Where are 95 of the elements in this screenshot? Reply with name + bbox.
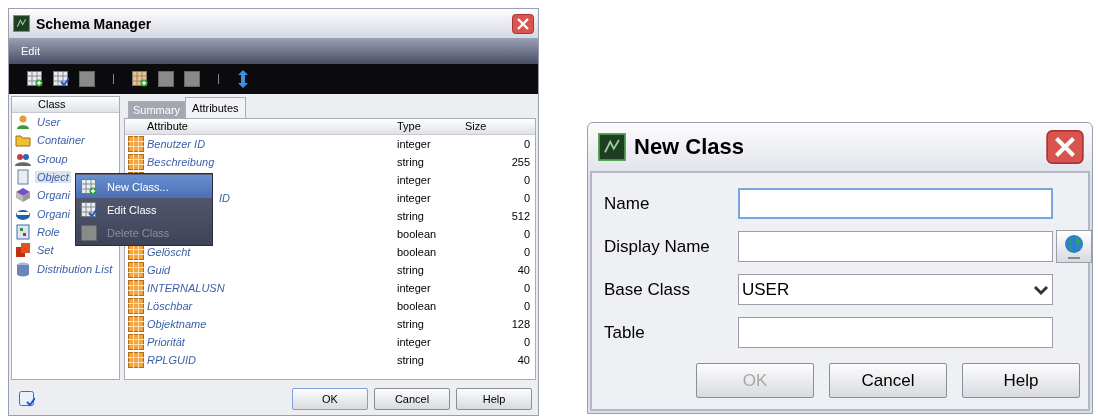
dialog-button[interactable]: Help	[962, 363, 1080, 398]
table-cell-text: 0	[522, 336, 531, 348]
table-icon[interactable]	[53, 71, 69, 87]
table-icon[interactable]	[132, 71, 148, 87]
table-cell-text: 0	[522, 282, 531, 294]
app-icon	[13, 15, 30, 32]
table-icon[interactable]	[81, 201, 97, 218]
squares-icon	[15, 242, 31, 259]
table-cell-text: integer	[397, 138, 432, 150]
close-button[interactable]	[1046, 130, 1084, 164]
table-cell-text: boolean	[397, 246, 438, 258]
input-field[interactable]	[738, 188, 1053, 219]
attribute-icon	[128, 334, 144, 350]
table-cell-text: 0	[522, 228, 531, 240]
attribute-icon	[128, 136, 144, 152]
table-cell-text: string	[397, 210, 425, 222]
class-item[interactable]: Role	[35, 225, 62, 238]
table-cell-text: integer	[397, 174, 432, 186]
column-header[interactable]: Attribute	[147, 119, 397, 134]
tab[interactable]: Attributes	[185, 97, 246, 118]
cylinder-icon	[15, 260, 31, 277]
attribute-icon	[128, 316, 144, 332]
table-cell: Beschreibung	[147, 156, 215, 168]
table-cell-text: 0	[522, 174, 531, 186]
input-field[interactable]	[738, 231, 1053, 262]
combo-box[interactable]: USER	[738, 274, 1053, 305]
dialog-button[interactable]: OK	[292, 387, 368, 410]
document-icon	[15, 169, 31, 186]
table-cell-text: integer	[397, 192, 432, 204]
table-cell: Objektname	[147, 318, 207, 330]
table-cell-text: string	[397, 156, 425, 168]
menu-item[interactable]: Edit Class	[76, 198, 212, 221]
table-cell: ID	[219, 192, 230, 204]
column-header[interactable]: Size	[465, 119, 533, 134]
table-cell-text: 40	[516, 264, 531, 276]
field-label: Base Class	[604, 279, 691, 300]
table-cell: Löschbar	[147, 300, 193, 312]
table-cell: Gelöscht	[147, 246, 191, 258]
input-field[interactable]	[738, 317, 1053, 348]
table-cell: Benutzer ID	[147, 138, 206, 150]
class-item[interactable]: Organi	[35, 189, 73, 202]
dialog-button[interactable]: Cancel	[829, 363, 947, 398]
table-cell-text: integer	[397, 336, 432, 348]
checkbox-icon[interactable]	[19, 390, 35, 407]
table-cell-text: 40	[516, 354, 531, 366]
up-down-arrow-icon[interactable]	[237, 70, 249, 88]
table-cell-text: string	[397, 318, 425, 330]
field-label: Display Name	[604, 236, 711, 257]
globe-icon	[1062, 233, 1086, 260]
table-cell-text: boolean	[397, 228, 438, 240]
attribute-icon	[128, 262, 144, 278]
person-icon	[15, 114, 31, 131]
table-cell: INTERNALUSN	[147, 282, 225, 294]
attribute-icon	[128, 298, 144, 314]
table-cell-text: 0	[522, 246, 531, 258]
field-label: Name	[604, 193, 651, 214]
table-cell-text: 255	[510, 156, 531, 168]
chevron-down-icon	[1033, 283, 1049, 296]
table-cell: Guid	[147, 264, 171, 276]
table-cell-text: 0	[522, 300, 531, 312]
table-cell-text: boolean	[397, 300, 438, 312]
table-cell-text: 128	[510, 318, 531, 330]
class-item[interactable]: Container	[35, 134, 87, 147]
class-item[interactable]: Object	[35, 171, 71, 184]
cube-icon	[15, 187, 31, 204]
class-item[interactable]: User	[35, 116, 63, 129]
menu-item[interactable]: New Class...	[76, 175, 212, 198]
class-item[interactable]: Distribution List	[35, 262, 115, 275]
table-icon[interactable]	[27, 71, 43, 87]
dialog-button[interactable]: Cancel	[374, 387, 450, 410]
column-header: Class	[12, 97, 119, 113]
class-item[interactable]: Organi	[35, 207, 73, 220]
attribute-icon	[128, 352, 144, 368]
table-cell: Priorität	[147, 336, 185, 348]
attribute-icon	[128, 280, 144, 296]
field-label: Table	[604, 322, 646, 343]
folder-icon	[15, 132, 31, 149]
app-icon	[598, 133, 626, 161]
window-title: Schema Manager	[36, 15, 153, 32]
table-cell: RPLGUID	[147, 354, 196, 366]
table-cell-text: string	[397, 354, 425, 366]
table-cell-text: 512	[510, 210, 531, 222]
attribute-icon	[128, 154, 144, 170]
window-title: New Class	[634, 134, 746, 160]
table-cell-text: 0	[522, 192, 531, 204]
table-cell-text: 0	[522, 138, 531, 150]
table-cell-text: string	[397, 264, 425, 276]
table-cell-text: integer	[397, 282, 432, 294]
class-item[interactable]: Group	[35, 152, 70, 165]
close-button[interactable]	[512, 13, 534, 34]
column-header[interactable]: Type	[397, 119, 465, 134]
globe-button[interactable]	[1056, 230, 1092, 263]
dialog-button[interactable]: Help	[456, 387, 532, 410]
menu-item[interactable]: Edit	[21, 45, 40, 57]
class-item[interactable]: Set	[35, 244, 56, 257]
